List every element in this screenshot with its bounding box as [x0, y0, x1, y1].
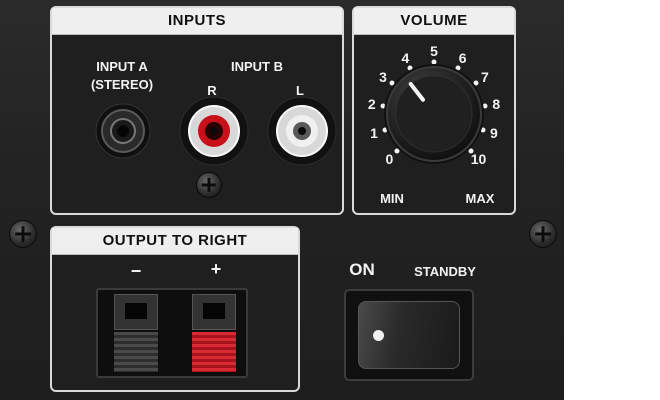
screw-icon — [9, 220, 37, 248]
power-switch[interactable] — [344, 289, 474, 381]
minus-label: − — [130, 261, 142, 281]
rear-panel: INPUTS INPUT A (STEREO) INPUT B R L VOLU… — [0, 0, 564, 400]
terminal-positive[interactable] — [192, 294, 236, 372]
output-title: OUTPUT TO RIGHT — [52, 228, 298, 255]
screw-icon — [529, 220, 557, 248]
volume-scale-number: 1 — [370, 125, 378, 142]
terminal-negative[interactable] — [114, 294, 158, 372]
volume-scale-number: 2 — [367, 96, 376, 113]
stereo-mini-jack[interactable] — [95, 103, 151, 159]
volume-min-label: MIN — [380, 191, 404, 206]
volume-scale-number: 9 — [490, 125, 498, 142]
plus-label: + — [210, 259, 222, 279]
volume-knob[interactable] — [382, 62, 486, 166]
volume-scale-number: 5 — [430, 43, 438, 59]
rca-jack-right[interactable] — [179, 96, 249, 166]
volume-max-label: MAX — [465, 191, 495, 206]
volume-section: VOLUME 0 1 2 3 4 5 6 7 8 9 10 MIN MAX — [352, 6, 516, 215]
screw-icon — [196, 172, 222, 198]
volume-scale-number: 8 — [492, 96, 501, 113]
output-section: OUTPUT TO RIGHT − + — [50, 226, 300, 392]
volume-title: VOLUME — [354, 8, 514, 35]
speaker-terminal-block — [96, 288, 248, 378]
on-label: ON — [349, 260, 375, 279]
power-indicator-dot — [373, 330, 384, 341]
rocker-switch[interactable] — [358, 301, 460, 369]
rca-jack-left[interactable] — [267, 96, 337, 166]
standby-label: STANDBY — [414, 264, 476, 279]
